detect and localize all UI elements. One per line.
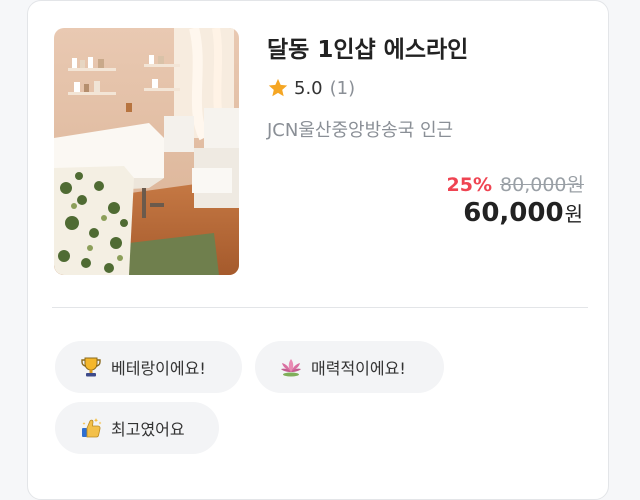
star-icon xyxy=(268,78,288,97)
review-tag-label: 매력적이에요! xyxy=(311,359,406,378)
lotus-icon xyxy=(281,359,301,377)
original-price: 80,000원 xyxy=(500,174,584,196)
price-row: 25% 80,000원 xyxy=(447,170,584,197)
final-price-unit: 원 xyxy=(564,202,583,226)
review-tag-veteran[interactable]: 베테랑이에요! xyxy=(55,341,242,393)
final-price: 60,000원 xyxy=(463,198,583,228)
trophy-icon xyxy=(81,357,101,377)
discount-rate: 25% xyxy=(446,174,493,196)
rating-row: 5.0 (1) xyxy=(267,76,355,100)
shop-photo[interactable] xyxy=(54,28,239,275)
review-tag-label: 최고였어요 xyxy=(111,420,185,439)
shop-name[interactable]: 달동 1인샵 에스라인 xyxy=(267,30,468,64)
review-tag-attractive[interactable]: 매력적이에요! xyxy=(255,341,444,393)
final-price-value: 60,000 xyxy=(463,198,564,228)
review-count: (1) xyxy=(329,77,356,99)
thumbs-up-icon xyxy=(82,418,102,438)
location-text: JCN울산중앙방송국 인근 xyxy=(267,120,454,141)
rating-score: 5.0 xyxy=(294,77,323,99)
divider xyxy=(52,307,588,308)
review-tag-label: 베테랑이에요! xyxy=(111,359,206,378)
review-tag-best[interactable]: 최고였어요 xyxy=(55,402,219,454)
